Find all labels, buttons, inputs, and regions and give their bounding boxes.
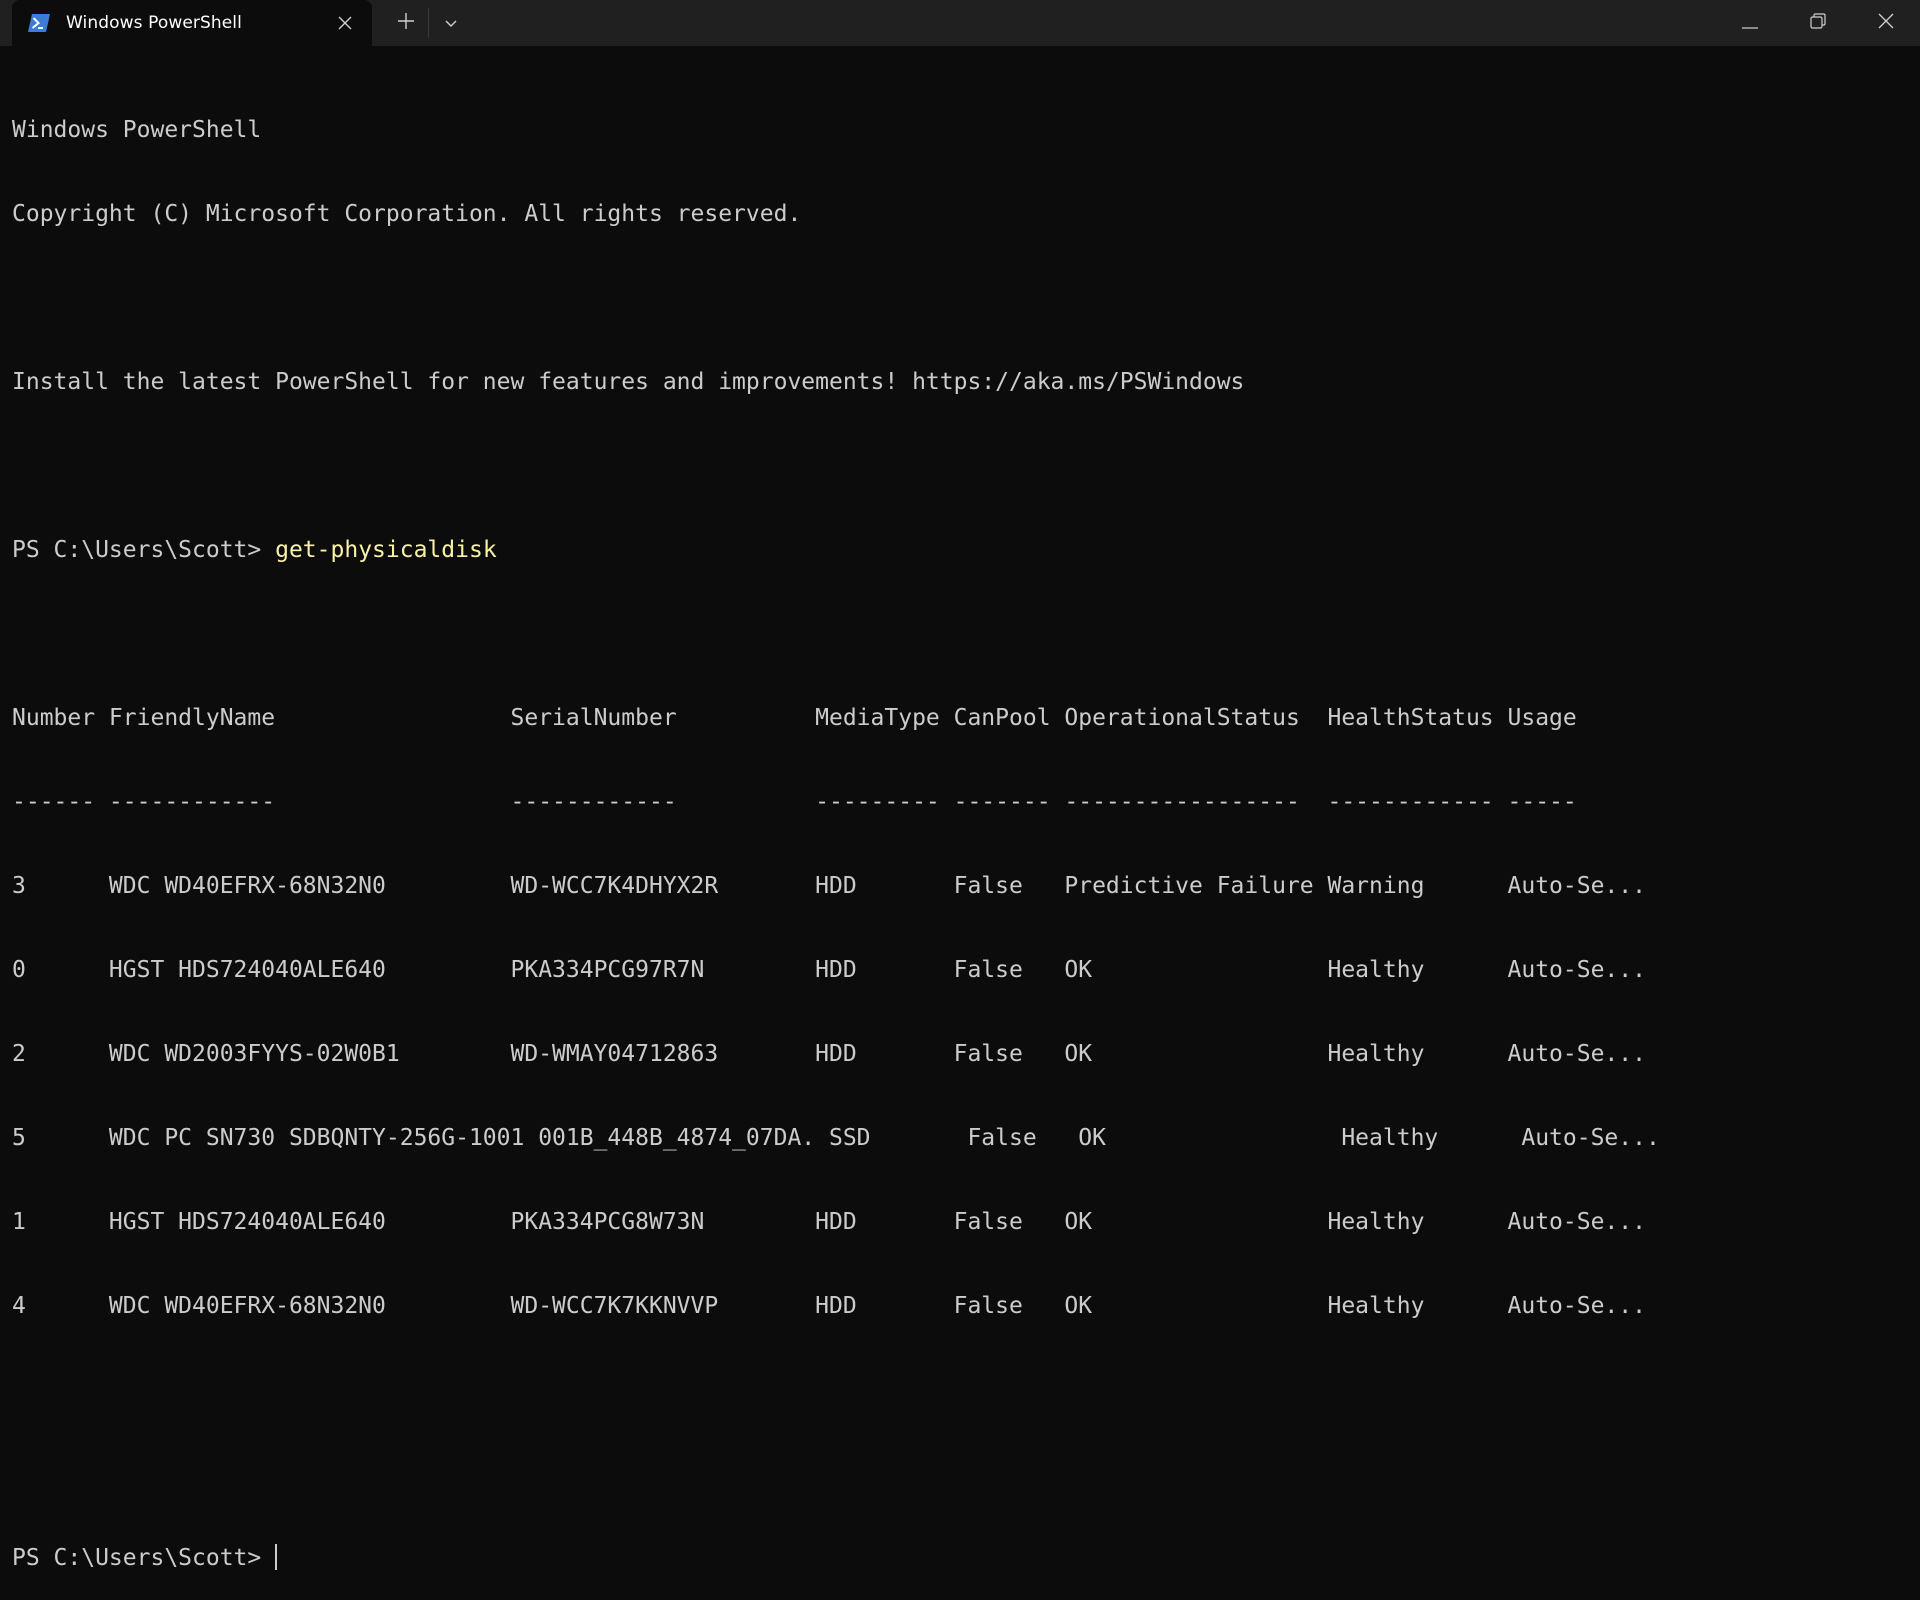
table-row: 4 WDC WD40EFRX-68N32N0 WD-WCC7K7KKNVVP H…	[12, 1293, 1646, 1319]
maximize-button[interactable]	[1784, 0, 1852, 46]
table-row: 0 HGST HDS724040ALE640 PKA334PCG97R7N HD…	[12, 957, 1646, 983]
command-text: get-physicaldisk	[275, 537, 497, 563]
title-bar: Windows PowerShell	[0, 0, 1920, 46]
tab-windows-powershell[interactable]: Windows PowerShell	[12, 0, 372, 46]
tab-title: Windows PowerShell	[66, 13, 242, 33]
table-row: 3 WDC WD40EFRX-68N32N0 WD-WCC7K4DHYX2R H…	[12, 873, 1646, 899]
restore-icon	[1810, 13, 1826, 33]
table-underline: ------ ------------ ------------ -------…	[12, 789, 1577, 815]
tab-close-icon[interactable]	[332, 10, 358, 36]
plus-icon	[398, 13, 414, 33]
table-row: 2 WDC WD2003FYYS-02W0B1 WD-WMAY04712863 …	[12, 1041, 1646, 1067]
banner-copyright: Copyright (C) Microsoft Corporation. All…	[12, 201, 802, 227]
chevron-down-icon	[444, 14, 458, 33]
text-cursor	[275, 1544, 278, 1570]
table-row: 1 HGST HDS724040ALE640 PKA334PCG8W73N HD…	[12, 1209, 1646, 1235]
new-tab-button[interactable]	[384, 0, 428, 46]
table-header: Number FriendlyName SerialNumber MediaTy…	[12, 705, 1577, 731]
command-line: PS C:\Users\Scott> get-physicaldisk	[12, 536, 1908, 564]
close-icon	[1878, 13, 1894, 33]
prompt: PS C:\Users\Scott>	[12, 1545, 276, 1571]
tab-dropdown-button[interactable]	[429, 0, 473, 46]
banner-title: Windows PowerShell	[12, 117, 262, 143]
minimize-button[interactable]	[1716, 0, 1784, 46]
prompt: PS C:\Users\Scott>	[12, 537, 276, 563]
table-row: 5 WDC PC SN730 SDBQNTY-256G-1001 001B_44…	[12, 1125, 1660, 1151]
banner-install-notice: Install the latest PowerShell for new fe…	[12, 369, 1245, 395]
terminal-output[interactable]: Windows PowerShell Copyright (C) Microso…	[12, 60, 1908, 1571]
close-button[interactable]	[1852, 0, 1920, 46]
powershell-icon	[28, 14, 50, 32]
titlebar-drag-area[interactable]	[473, 0, 1716, 46]
minimize-icon	[1742, 14, 1758, 33]
input-line[interactable]: PS C:\Users\Scott>	[12, 1544, 1908, 1572]
